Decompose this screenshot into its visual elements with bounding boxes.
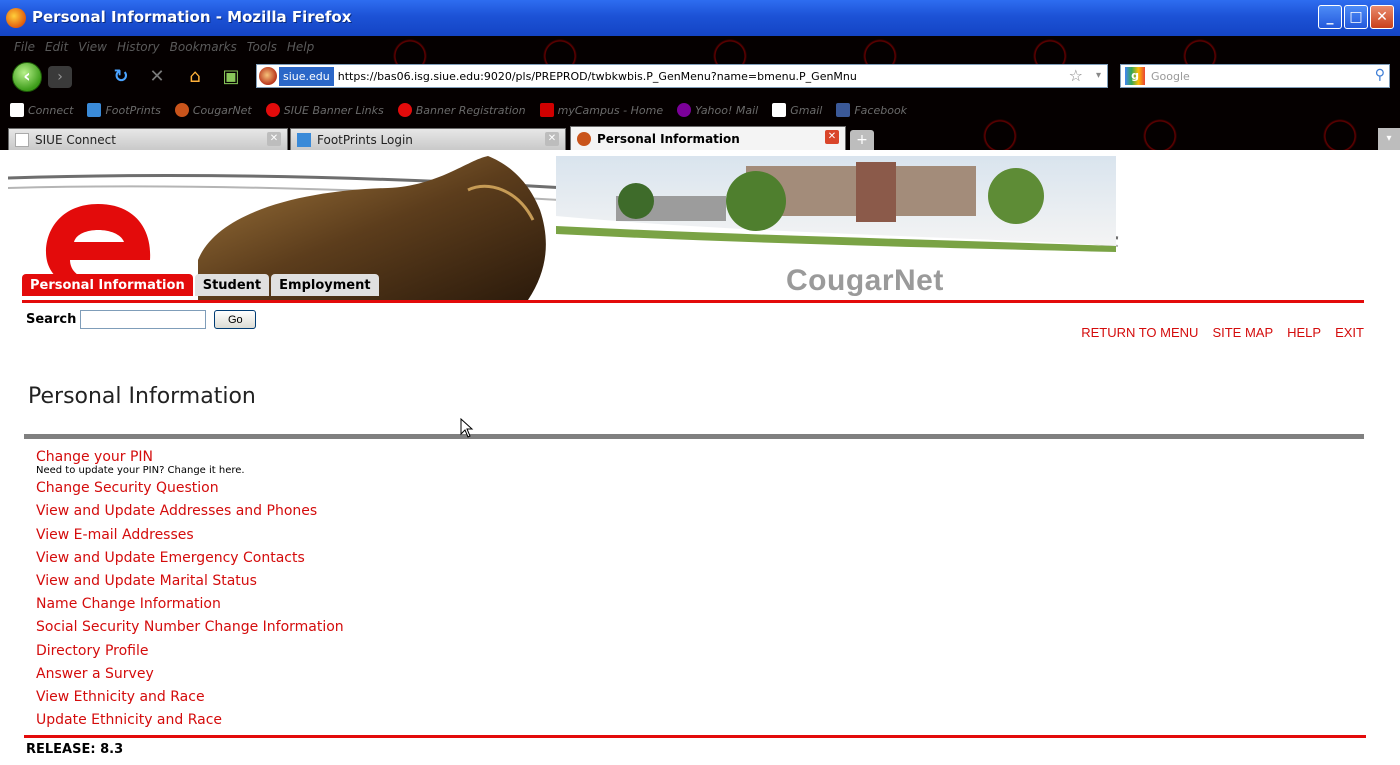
view-ethnicity-link[interactable]: View Ethnicity and Race xyxy=(36,686,936,709)
reload-icon[interactable]: ↻ xyxy=(110,66,132,88)
yahoo-icon xyxy=(677,103,692,117)
update-ethnicity-link[interactable]: Update Ethnicity and Race xyxy=(36,709,936,732)
bookmark-siue-banner-links[interactable]: SIUE Banner Links xyxy=(265,103,384,117)
minimize-button[interactable]: _ xyxy=(1318,5,1342,29)
tab-siue-connect[interactable]: SIUE Connect ✕ xyxy=(8,128,288,150)
return-to-menu-link[interactable]: RETURN TO MENU xyxy=(1081,325,1198,340)
tab-footprints-login[interactable]: FootPrints Login ✕ xyxy=(290,128,566,150)
menu-file[interactable]: File xyxy=(14,40,35,58)
title-divider xyxy=(24,434,1364,439)
cougarnet-banner: CougarNet Personal Information Student E… xyxy=(8,150,1392,300)
navigation-toolbar: ‹ › ↻ ✕ ⌂ ▣ siue.edu https://bas06.isg.s… xyxy=(0,60,1400,92)
web-search-box[interactable]: g Google ⚲ xyxy=(1120,64,1390,88)
bookmark-star-icon[interactable]: ☆ xyxy=(1069,65,1083,87)
campus-building-image xyxy=(556,156,1116,252)
tab-list-button[interactable]: ▾ xyxy=(1378,128,1400,150)
maximize-button[interactable]: □ xyxy=(1344,5,1368,29)
emergency-contacts-link[interactable]: View and Update Emergency Contacts xyxy=(36,547,936,570)
page-title: Personal Information xyxy=(28,384,256,409)
bookmark-footprints[interactable]: FootPrints xyxy=(87,103,161,117)
tab-close-icon[interactable]: ✕ xyxy=(825,130,839,144)
facebook-icon xyxy=(836,103,851,117)
e-logo-icon xyxy=(397,103,412,117)
cougarnet-logo-text: CougarNet xyxy=(786,264,944,297)
top-links: RETURN TO MENU SITE MAP HELP EXIT xyxy=(1081,325,1364,340)
browser-chrome: File Edit View History Bookmarks Tools H… xyxy=(0,36,1400,150)
tab-close-icon[interactable]: ✕ xyxy=(267,132,281,146)
addresses-phones-link[interactable]: View and Update Addresses and Phones xyxy=(36,500,936,523)
banner-tab-bar: Personal Information Student Employment xyxy=(22,274,381,296)
forward-button[interactable]: › xyxy=(48,66,72,88)
address-bar[interactable]: siue.edu https://bas06.isg.siue.edu:9020… xyxy=(256,64,1108,88)
change-pin-description: Need to update your PIN? Change it here. xyxy=(36,465,245,477)
site-search: Search Go xyxy=(26,310,257,329)
tab-personal-info-banner[interactable]: Personal Information xyxy=(22,274,193,296)
menu-bookmarks[interactable]: Bookmarks xyxy=(170,40,237,58)
bookmark-banner-registration[interactable]: Banner Registration xyxy=(397,103,526,117)
bookmark-yahoo-mail[interactable]: Yahoo! Mail xyxy=(677,103,758,117)
tab-employment-banner[interactable]: Employment xyxy=(271,274,379,296)
page-icon xyxy=(772,103,787,117)
url-dropdown-icon[interactable]: ▾ xyxy=(1096,65,1101,87)
bottom-divider xyxy=(24,735,1366,738)
top-divider xyxy=(22,300,1364,303)
url-identity-domain[interactable]: siue.edu xyxy=(279,66,334,86)
page-icon xyxy=(10,103,24,117)
arrow-icon xyxy=(297,132,311,147)
close-window-button[interactable]: ✕ xyxy=(1370,5,1394,29)
email-addresses-link[interactable]: View E-mail Addresses xyxy=(36,524,936,547)
back-button[interactable]: ‹ xyxy=(12,62,42,92)
menu-view[interactable]: View xyxy=(78,40,107,58)
page-content: CougarNet Personal Information Student E… xyxy=(8,150,1392,765)
help-link[interactable]: HELP xyxy=(1287,325,1321,340)
menu-help[interactable]: Help xyxy=(287,40,314,58)
search-icon[interactable]: ⚲ xyxy=(1375,67,1385,83)
menu-bar: File Edit View History Bookmarks Tools H… xyxy=(14,40,314,58)
site-map-link[interactable]: SITE MAP xyxy=(1212,325,1273,340)
window-titlebar: Personal Information - Mozilla Firefox _… xyxy=(0,0,1400,36)
mouse-cursor-icon xyxy=(460,418,474,438)
name-change-link[interactable]: Name Change Information xyxy=(36,593,936,616)
search-label: Search xyxy=(26,312,77,327)
answer-survey-link[interactable]: Answer a Survey xyxy=(36,663,936,686)
window-title: Personal Information - Mozilla Firefox xyxy=(32,8,352,26)
bookmark-mycampus[interactable]: myCampus - Home xyxy=(539,103,663,117)
search-placeholder: Google xyxy=(1151,69,1190,83)
bookmark-facebook[interactable]: Facebook xyxy=(836,103,907,117)
new-tab-button[interactable]: + xyxy=(850,130,874,150)
menu-tools[interactable]: Tools xyxy=(247,40,277,58)
site-favicon-icon xyxy=(259,67,277,85)
tab-personal-information[interactable]: Personal Information ✕ xyxy=(570,126,846,150)
url-text[interactable]: https://bas06.isg.siue.edu:9020/pls/PREP… xyxy=(338,70,857,83)
tab-strip: SIUE Connect ✕ FootPrints Login ✕ Person… xyxy=(0,126,1400,150)
ssn-change-link[interactable]: Social Security Number Change Informatio… xyxy=(36,616,936,639)
stop-icon[interactable]: ✕ xyxy=(146,66,168,88)
bookmarks-toolbar: Connect FootPrints CougarNet SIUE Banner… xyxy=(10,100,907,120)
bookmark-gmail[interactable]: Gmail xyxy=(772,103,822,117)
exit-link[interactable]: EXIT xyxy=(1335,325,1364,340)
history-icon[interactable]: ▣ xyxy=(220,66,242,88)
home-icon[interactable]: ⌂ xyxy=(184,66,206,88)
marital-status-link[interactable]: View and Update Marital Status xyxy=(36,570,936,593)
firefox-icon xyxy=(6,8,26,28)
search-input[interactable] xyxy=(80,310,207,329)
directory-profile-link[interactable]: Directory Profile xyxy=(36,640,936,663)
e-logo-icon xyxy=(265,103,280,117)
release-version: RELEASE: 8.3 xyxy=(26,742,124,757)
tab-student-banner[interactable]: Student xyxy=(194,274,270,296)
personal-info-menu: Change your PIN Need to update your PIN?… xyxy=(36,446,936,732)
search-engine-icon[interactable]: g xyxy=(1125,67,1145,85)
mycampus-icon xyxy=(539,103,554,117)
tab-close-icon[interactable]: ✕ xyxy=(545,132,559,146)
bookmark-connect[interactable]: Connect xyxy=(10,103,73,117)
change-security-question-link[interactable]: Change Security Question xyxy=(36,477,936,500)
cougar-icon xyxy=(577,131,591,146)
menu-edit[interactable]: Edit xyxy=(45,40,68,58)
arrow-icon xyxy=(87,103,102,117)
menu-history[interactable]: History xyxy=(117,40,160,58)
page-icon xyxy=(15,132,29,147)
bookmark-cougarnet[interactable]: CougarNet xyxy=(174,103,252,117)
go-button[interactable]: Go xyxy=(214,310,257,329)
cougar-icon xyxy=(174,103,189,117)
